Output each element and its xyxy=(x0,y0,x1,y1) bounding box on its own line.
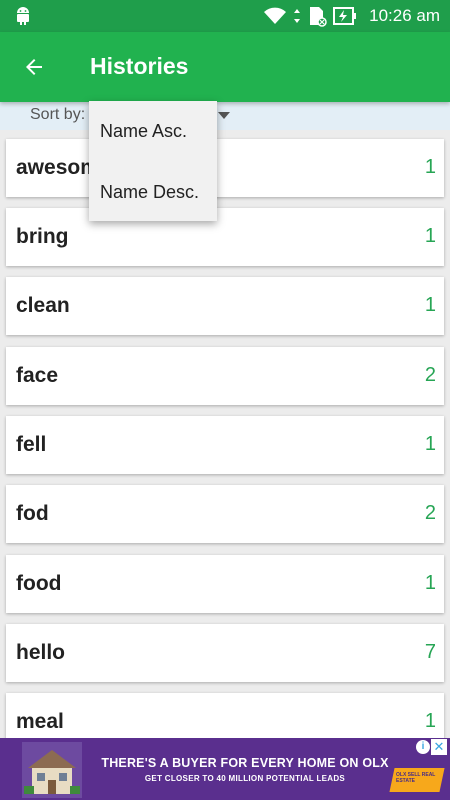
history-item[interactable]: bring 1 xyxy=(6,208,444,266)
ad-info-icon[interactable]: i xyxy=(416,740,430,754)
sort-dropdown-menu: Name Asc. Name Desc. xyxy=(89,101,217,221)
ad-badge-text: OLX SELL REAL ESTATE xyxy=(396,772,436,784)
history-word: clean xyxy=(16,294,70,317)
history-count: 2 xyxy=(424,502,436,524)
history-count: 1 xyxy=(424,433,436,455)
history-word: face xyxy=(16,364,59,387)
history-count: 7 xyxy=(424,641,436,663)
history-list: awesome 1 bring 1 clean 1 face 2 fell 1 … xyxy=(0,130,450,740)
history-word: hello xyxy=(16,641,66,664)
data-transfer-icon xyxy=(294,9,301,23)
history-count: 1 xyxy=(424,225,436,247)
sort-bar: Sort by: xyxy=(0,102,450,130)
history-item[interactable]: hello 7 xyxy=(6,624,444,682)
sort-dropdown-caret-icon[interactable] xyxy=(218,112,230,119)
status-time: 10:26 am xyxy=(369,6,440,25)
history-item[interactable]: face 2 xyxy=(6,347,444,405)
back-button[interactable] xyxy=(14,47,54,87)
sim-card-icon xyxy=(310,7,327,27)
history-count: 1 xyxy=(424,294,436,316)
history-count: 1 xyxy=(424,156,436,178)
page-title: Histories xyxy=(90,53,189,79)
history-item[interactable]: awesome 1 xyxy=(6,139,444,197)
history-word: food xyxy=(16,572,62,595)
history-item[interactable]: meal 1 xyxy=(6,693,444,740)
ad-close-icon[interactable]: ✕ xyxy=(431,739,447,755)
history-count: 1 xyxy=(424,572,436,594)
ad-subline: GET CLOSER TO 40 MILLION POTENTIAL LEADS xyxy=(144,774,346,783)
history-word: fell xyxy=(16,433,47,456)
history-count: 1 xyxy=(424,710,436,732)
history-word: fod xyxy=(16,502,49,525)
android-icon xyxy=(17,7,29,25)
battery-charging-icon xyxy=(333,7,357,25)
history-item[interactable]: fod 2 xyxy=(6,485,444,543)
sort-option-name-asc[interactable]: Name Asc. xyxy=(100,121,187,142)
history-item[interactable]: food 1 xyxy=(6,555,444,613)
app-bar: Histories xyxy=(0,32,450,102)
ad-headline: THERE'S A BUYER FOR EVERY HOME ON OLX xyxy=(101,756,389,770)
arrow-back-icon xyxy=(26,59,42,75)
history-word: meal xyxy=(16,710,64,733)
history-item[interactable]: fell 1 xyxy=(6,416,444,474)
history-count: 2 xyxy=(424,364,436,386)
wifi-icon xyxy=(264,7,287,24)
history-item[interactable]: clean 1 xyxy=(6,277,444,335)
house-image-icon xyxy=(22,742,82,798)
status-bar: 10:26 am xyxy=(0,0,450,32)
ad-banner[interactable]: THERE'S A BUYER FOR EVERY HOME ON OLX GE… xyxy=(0,738,450,800)
sort-option-name-desc[interactable]: Name Desc. xyxy=(100,182,199,203)
sort-label: Sort by: xyxy=(30,106,86,123)
history-word: bring xyxy=(16,225,69,248)
